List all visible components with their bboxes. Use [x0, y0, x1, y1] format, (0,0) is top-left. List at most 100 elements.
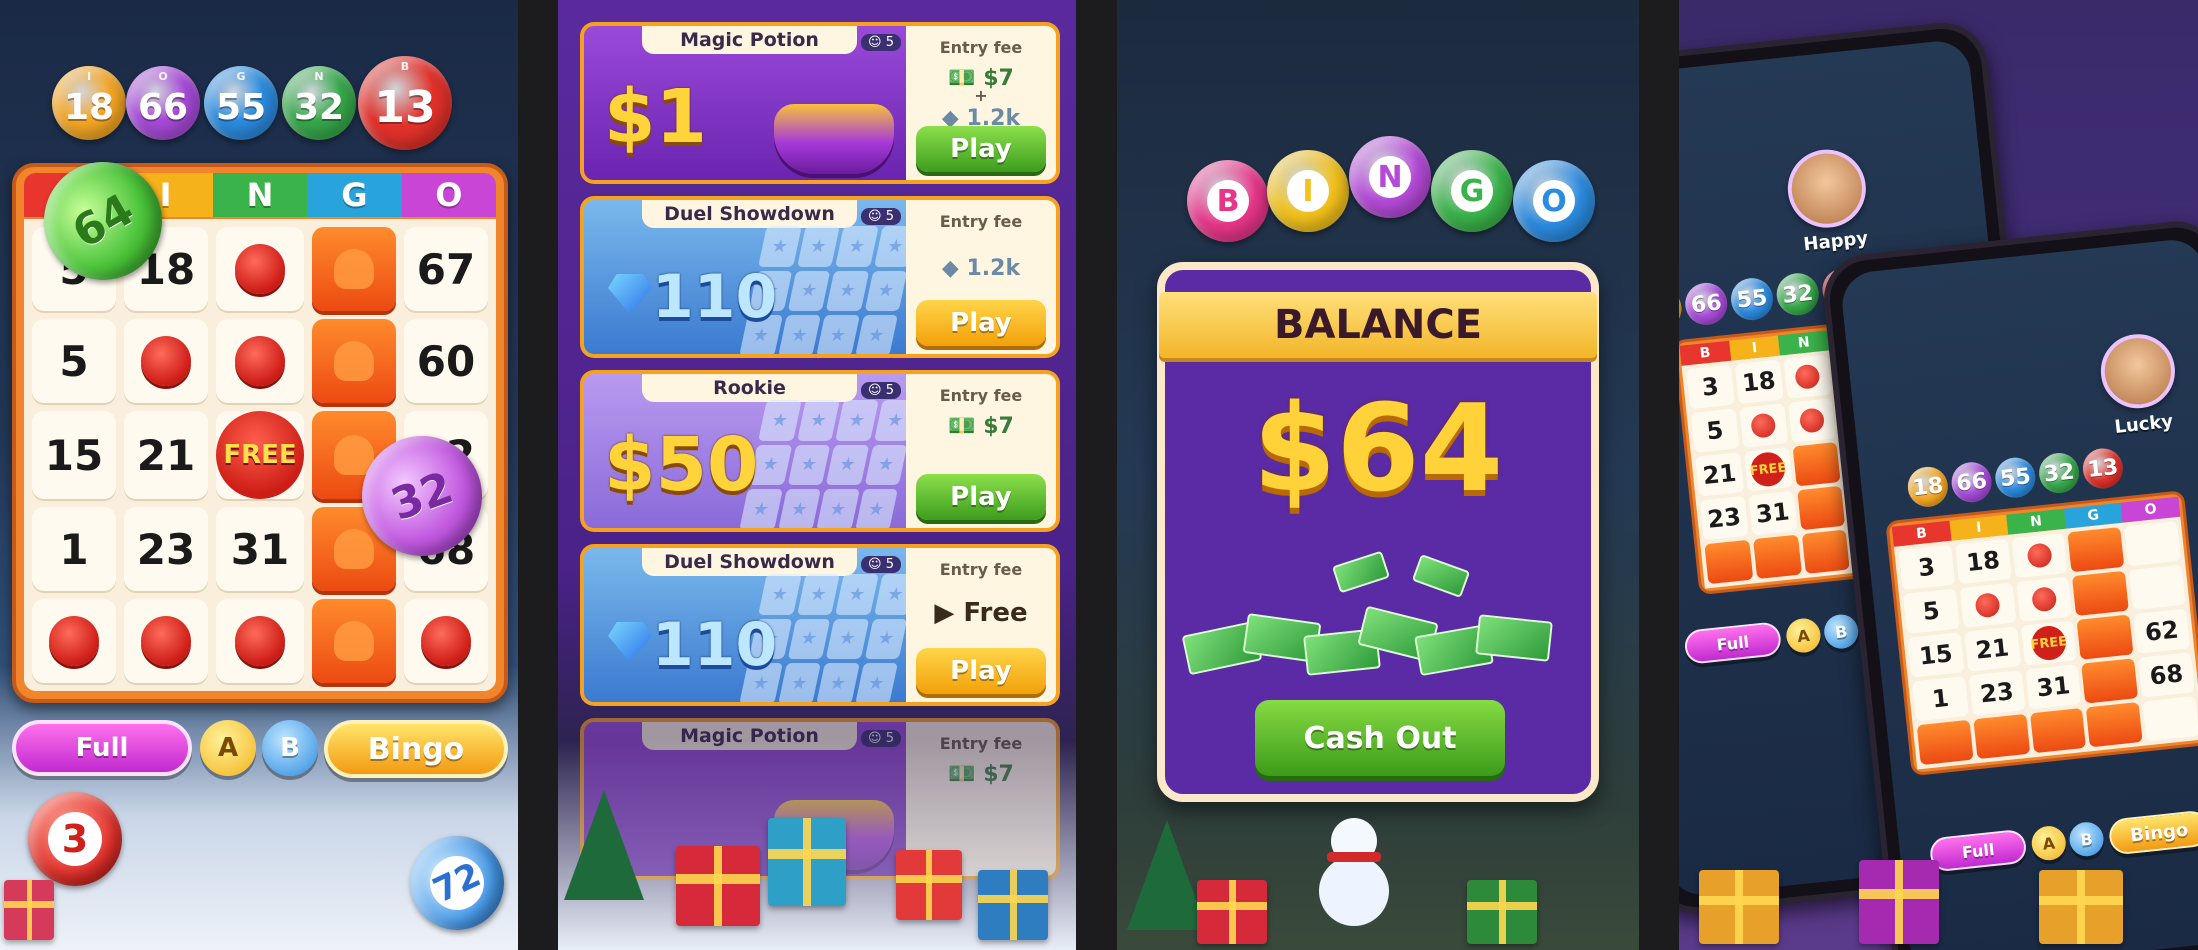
title-letter: O	[1533, 180, 1575, 222]
play-button[interactable]: Play	[916, 474, 1046, 520]
ball-letter: N	[314, 70, 324, 83]
number-cell[interactable]: 23	[124, 507, 208, 591]
play-button[interactable]: Play	[916, 126, 1046, 172]
title-ball: G	[1431, 150, 1513, 232]
power-up-cell[interactable]	[2072, 570, 2130, 617]
number-cell[interactable]: 67	[404, 227, 488, 311]
number-cell[interactable]	[2142, 696, 2198, 742]
star-icon: ★	[787, 444, 831, 486]
number-cell[interactable]	[2128, 564, 2186, 611]
called-ball: N 32	[282, 66, 356, 140]
free-space-cell[interactable]: FREE	[216, 411, 304, 499]
daubed-cell[interactable]	[124, 319, 208, 403]
power-up-cell[interactable]	[2029, 707, 2087, 754]
number-cell[interactable]: 60	[404, 319, 488, 403]
power-up-cell[interactable]	[2076, 614, 2134, 660]
number-cell[interactable]: 31	[216, 507, 304, 591]
bingo-header-letter: O	[401, 173, 496, 217]
number-cell[interactable]: 21	[124, 411, 208, 499]
power-up-cell[interactable]	[2081, 658, 2139, 704]
ball-letter: B	[400, 60, 410, 73]
daubed-cell[interactable]	[404, 599, 488, 683]
play-button[interactable]: Play	[916, 300, 1046, 346]
power-up-cell[interactable]	[1796, 485, 1846, 531]
star-icon: ★	[835, 400, 879, 441]
power-up-cell[interactable]	[1704, 539, 1754, 585]
daubed-cell[interactable]	[216, 227, 304, 311]
full-pattern-button[interactable]: Full	[1683, 621, 1783, 665]
number-cell[interactable]: 23	[1968, 670, 2026, 716]
title-letter: B	[1207, 180, 1249, 222]
number-cell[interactable]: 18	[1954, 538, 2012, 585]
number-cell[interactable]: 15	[32, 411, 116, 499]
booster-b-button[interactable]: B	[262, 720, 318, 776]
number-cell[interactable]: 68	[2138, 652, 2195, 698]
power-up-cell[interactable]	[1752, 534, 1802, 580]
booster-b-button[interactable]: B	[1822, 612, 1860, 651]
number-cell[interactable]: 5	[1690, 408, 1740, 453]
daubed-cell[interactable]	[2011, 532, 2068, 579]
number-cell[interactable]: 31	[2025, 664, 2082, 710]
number-cell[interactable]: 21	[1963, 626, 2021, 672]
number-cell[interactable]: 1	[32, 507, 116, 591]
entry-fee-panel: Entry fee ▶ Free Play	[906, 548, 1056, 702]
title-ball: N	[1349, 136, 1431, 218]
number-cell[interactable]: 62	[2133, 608, 2191, 654]
number-cell[interactable]: 3	[1685, 364, 1735, 410]
number-cell[interactable]: 5	[1902, 588, 1960, 634]
number-cell[interactable]: 15	[1907, 632, 1965, 678]
daubed-cell[interactable]	[1783, 354, 1832, 399]
bingo-call-button[interactable]: Bingo	[324, 720, 508, 778]
cash-out-button[interactable]: Cash Out	[1255, 700, 1505, 776]
booster-b-button[interactable]: B	[2067, 820, 2106, 858]
power-up-cell[interactable]	[312, 599, 396, 683]
player-name: Lucky	[2113, 410, 2175, 438]
player-count: 5	[885, 35, 894, 50]
number-cell[interactable]: 31	[1748, 490, 1798, 536]
play-button[interactable]: Play	[916, 648, 1046, 694]
daubed-cell[interactable]	[216, 599, 304, 683]
entry-fee-label: Entry fee	[939, 560, 1023, 579]
bonus-ball-red: 3	[28, 792, 122, 886]
panel-multiplayer: Happy 1866553213 BINGO 3186756021FREE622…	[1679, 0, 2198, 950]
daubed-cell[interactable]	[1739, 403, 1788, 448]
bingo-call-button[interactable]: Bingo	[2107, 809, 2198, 856]
daubed-cell[interactable]	[32, 599, 116, 683]
daub-marker	[235, 616, 285, 666]
tournament-name: Rookie	[642, 374, 857, 402]
number-cell[interactable]	[2124, 521, 2181, 567]
number-cell[interactable]: 23	[1699, 495, 1749, 541]
power-up-cell[interactable]	[2067, 526, 2125, 573]
power-up-cell[interactable]	[312, 319, 396, 403]
number-cell[interactable]: 21	[1695, 452, 1744, 497]
star-icon: ★	[854, 663, 898, 702]
ball-letter: O	[158, 70, 168, 83]
daub-marker	[141, 616, 191, 666]
daubed-cell[interactable]	[1959, 582, 2017, 628]
number-cell[interactable]: 3	[1898, 544, 1955, 591]
power-up-cell[interactable]	[312, 227, 396, 311]
daub-marker	[1798, 407, 1826, 434]
full-pattern-button[interactable]: Full	[12, 720, 192, 776]
booster-a-button[interactable]: A	[1784, 616, 1823, 655]
panel-balance: BINGO BALANCE $64 Cash Out	[1117, 0, 1639, 950]
power-up-cell[interactable]	[1916, 719, 1974, 766]
free-space-cell[interactable]: FREE	[2020, 620, 2078, 666]
daubed-cell[interactable]	[1787, 398, 1837, 443]
free-space-cell[interactable]: FREE	[1743, 447, 1793, 492]
daubed-cell[interactable]	[2015, 576, 2073, 622]
power-up-cell[interactable]	[2086, 701, 2143, 748]
star-icon: ★	[777, 315, 821, 354]
number-cell[interactable]: 5	[32, 319, 116, 403]
booster-a-button[interactable]: A	[200, 720, 256, 776]
decor-gift	[2039, 870, 2123, 944]
power-up-cell[interactable]	[1801, 529, 1851, 574]
daubed-cell[interactable]	[124, 599, 208, 683]
number-cell[interactable]: 1	[1912, 676, 1969, 722]
daubed-cell[interactable]	[216, 319, 304, 403]
number-cell[interactable]: 18	[1734, 359, 1784, 405]
full-pattern-button[interactable]: Full	[1928, 828, 2028, 873]
booster-a-button[interactable]: A	[2030, 824, 2068, 862]
power-up-cell[interactable]	[1792, 442, 1841, 487]
power-up-cell[interactable]	[1973, 713, 2030, 760]
